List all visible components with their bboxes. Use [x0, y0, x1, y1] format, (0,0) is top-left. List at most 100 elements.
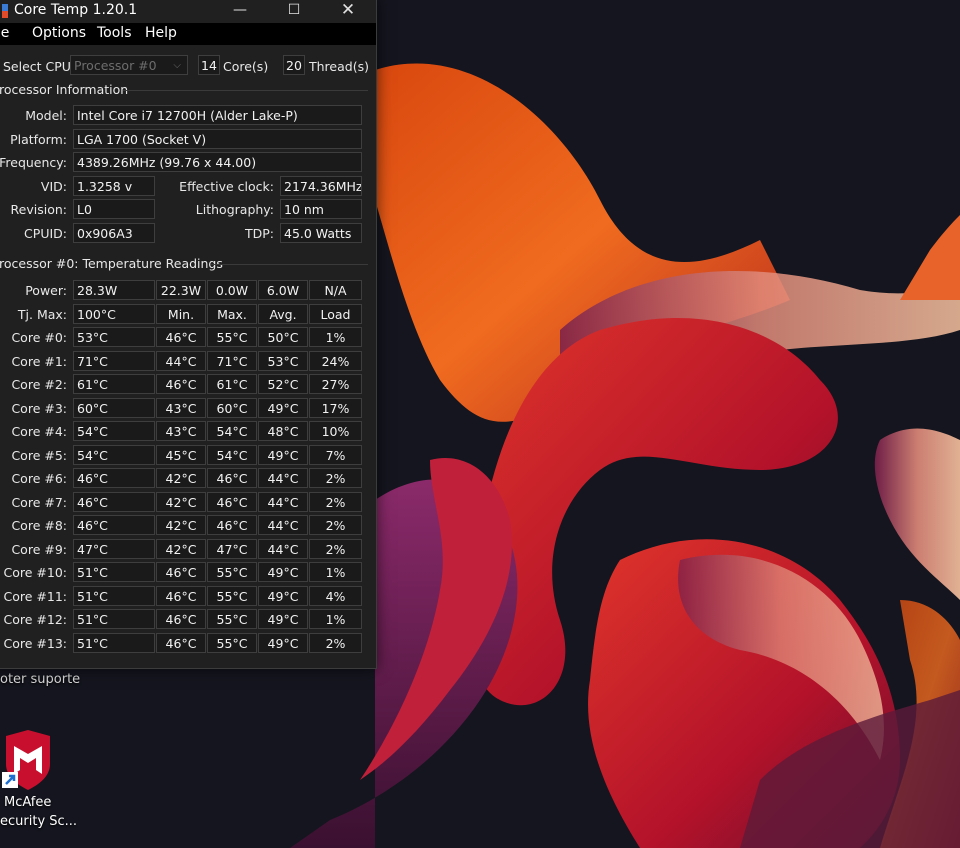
menu-file[interactable]: ile: [0, 25, 9, 41]
core-label: Core #0:: [11, 330, 67, 345]
power-dram: N/A: [309, 280, 362, 300]
core-load: 7%: [309, 444, 362, 465]
core-temp: 51°C: [73, 609, 155, 629]
core-label: Core #3:: [11, 400, 67, 416]
desktop-shortcut-label-line2: ecurity Sc...: [0, 814, 78, 829]
core-label: Core #5:: [11, 447, 67, 463]
core-temp: 51°C: [73, 585, 155, 606]
minimize-button[interactable]: —: [217, 0, 263, 23]
core-temp: 46°C: [73, 491, 155, 512]
platform-value: LGA 1700 (Socket V): [73, 129, 362, 149]
core-avg: 44°C: [258, 538, 308, 559]
core-label: Core #8:: [11, 518, 67, 533]
core-min: 45°C: [156, 444, 206, 465]
core-load: 24%: [309, 350, 362, 371]
core-temp: 51°C: [73, 632, 155, 653]
core-min: 46°C: [156, 609, 206, 629]
menu-options[interactable]: Options: [32, 25, 86, 41]
header-min: Min.: [156, 304, 206, 324]
core-load: 1%: [309, 609, 362, 629]
core-temp: 47°C: [73, 538, 155, 559]
effective-clock-value: 2174.36MHz: [280, 176, 362, 196]
vid-label: VID:: [40, 179, 67, 194]
core-temp: 51°C: [73, 562, 155, 582]
revision-value: L0: [73, 199, 155, 219]
core-max: 55°C: [207, 585, 257, 606]
temperature-readings-title: rocessor #0: Temperature Readings: [0, 256, 223, 271]
cores-count: 14: [198, 55, 220, 75]
core-min: 42°C: [156, 468, 206, 488]
core-avg: 50°C: [258, 327, 308, 347]
frequency-label: Frequency:: [0, 155, 67, 170]
core-temp: 53°C: [73, 327, 155, 347]
core-max: 61°C: [207, 374, 257, 394]
threads-label: Thread(s): [309, 59, 369, 74]
core-min: 43°C: [156, 397, 206, 418]
effective-clock-label: Effective clock:: [179, 179, 274, 194]
model-value: Intel Core i7 12700H (Alder Lake-P): [73, 105, 362, 125]
core-avg: 49°C: [258, 609, 308, 629]
threads-count: 20: [283, 55, 305, 75]
menu-bar: ile Options Tools Help: [0, 23, 376, 45]
core-temp: 60°C: [73, 397, 155, 418]
core-min: 42°C: [156, 538, 206, 559]
power-ia-cores: 22.3W: [156, 280, 206, 300]
core-load: 4%: [309, 585, 362, 606]
core-avg: 49°C: [258, 444, 308, 465]
core-min: 46°C: [156, 327, 206, 347]
core-min: 42°C: [156, 491, 206, 512]
header-max: Max.: [207, 304, 257, 324]
core-temp: 61°C: [73, 374, 155, 394]
cpu-select-dropdown[interactable]: Processor #0 ⌵: [70, 55, 188, 75]
cpuid-value: 0x906A3: [73, 223, 155, 243]
core-label: Core #6:: [11, 471, 67, 486]
revision-label: Revision:: [10, 202, 67, 217]
core-max: 71°C: [207, 350, 257, 371]
core-max: 46°C: [207, 468, 257, 488]
core-min: 42°C: [156, 515, 206, 535]
core-temp: 54°C: [73, 421, 155, 441]
group-divider: [123, 90, 368, 91]
tjmax-label: Tj. Max:: [17, 307, 67, 322]
window-title: Core Temp 1.20.1: [14, 2, 138, 18]
core-temp: 46°C: [73, 515, 155, 535]
core-label: Core #10:: [3, 565, 68, 580]
core-temp: 46°C: [73, 468, 155, 488]
tdp-label: TDP:: [244, 226, 274, 241]
core-load: 2%: [309, 468, 362, 488]
core-label: Core #4:: [11, 424, 67, 439]
core-load: 2%: [309, 491, 362, 512]
maximize-button[interactable]: ☐: [271, 0, 317, 23]
tdp-value: 45.0 Watts: [280, 223, 362, 243]
thermometer-icon: [2, 4, 8, 18]
tjmax-value: 100°C: [73, 304, 155, 324]
menu-tools[interactable]: Tools: [97, 25, 132, 41]
core-label: Core #2:: [11, 377, 67, 392]
close-button[interactable]: ✕: [325, 0, 371, 23]
title-bar[interactable]: Core Temp 1.20.1 — ☐ ✕: [0, 0, 376, 23]
header-load: Load: [309, 304, 362, 324]
core-avg: 49°C: [258, 585, 308, 606]
chevron-down-icon: ⌵: [173, 60, 181, 71]
core-max: 46°C: [207, 515, 257, 535]
core-label: Core #12:: [3, 612, 68, 627]
platform-label: Platform:: [10, 132, 67, 147]
core-max: 55°C: [207, 562, 257, 582]
desktop-shortcut-label: McAfee ecurity Sc...: [0, 793, 120, 831]
core-avg: 53°C: [258, 350, 308, 371]
select-cpu-label: Select CPU:: [3, 59, 76, 74]
menu-help[interactable]: Help: [145, 25, 177, 41]
core-temp-window: Core Temp 1.20.1 — ☐ ✕ ile Options Tools…: [0, 0, 377, 669]
mcafee-shield-icon: [2, 730, 50, 790]
power-gt: 0.0W: [207, 280, 257, 300]
power-package: 28.3W: [73, 280, 155, 300]
core-avg: 49°C: [258, 562, 308, 582]
core-max: 55°C: [207, 609, 257, 629]
group-divider: [211, 264, 368, 265]
core-load: 2%: [309, 538, 362, 559]
core-max: 47°C: [207, 538, 257, 559]
core-label: Core #11:: [3, 588, 68, 604]
core-min: 46°C: [156, 562, 206, 582]
processor-info-title: rocessor Information: [0, 82, 129, 97]
cpu-select-value: Processor #0: [74, 58, 157, 73]
